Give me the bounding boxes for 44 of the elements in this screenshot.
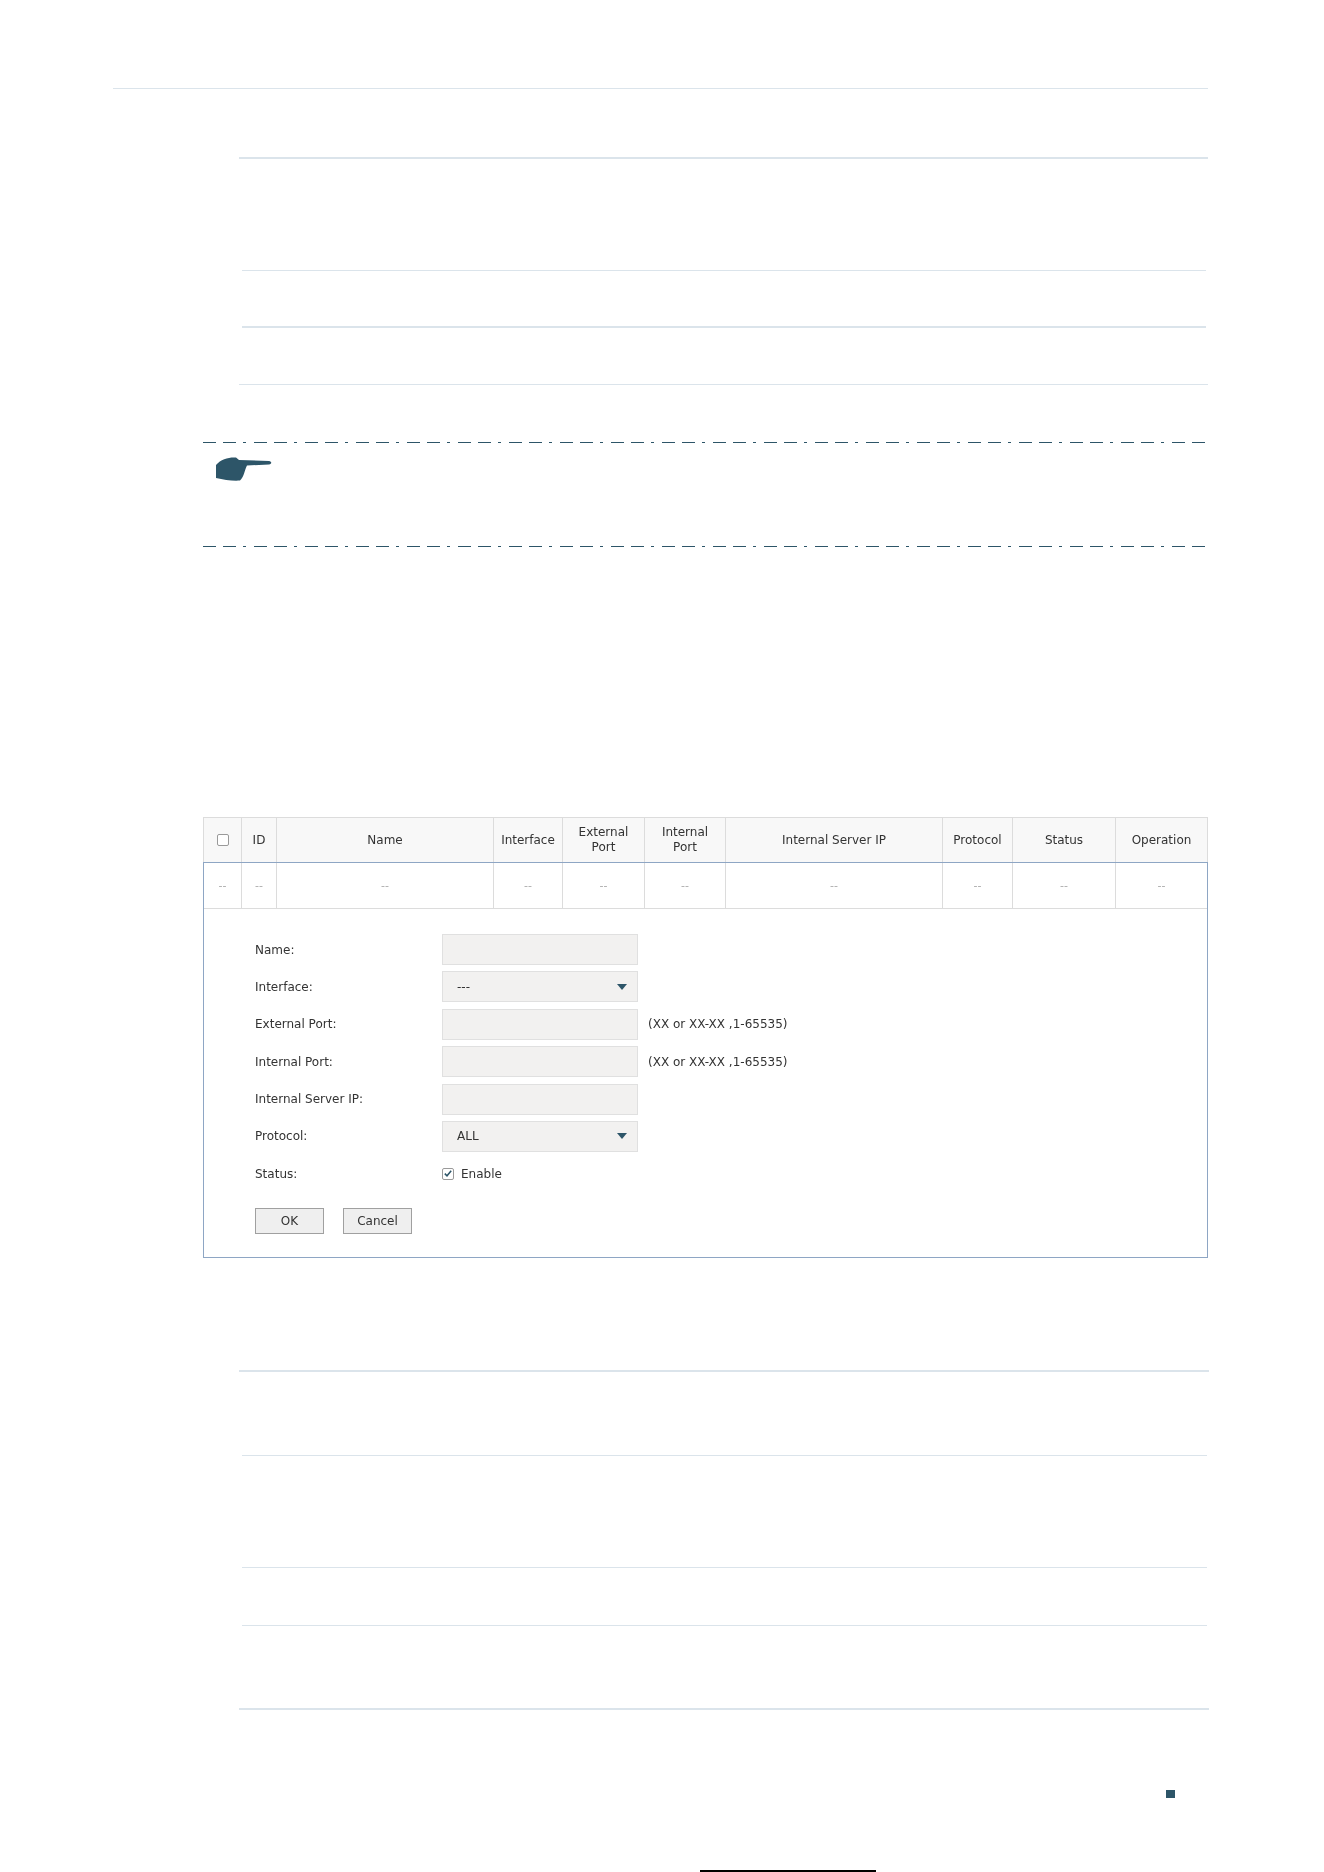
table-cell: -- xyxy=(973,879,982,892)
input-field[interactable] xyxy=(442,934,638,965)
checkbox[interactable] xyxy=(442,1167,454,1180)
input-field[interactable] xyxy=(442,1083,638,1115)
field-hint: (XX or XX-XX ,1-65535) xyxy=(648,1054,788,1069)
table-cell: -- xyxy=(524,879,532,892)
caret-down-icon xyxy=(617,1133,627,1140)
table-cell: -- xyxy=(681,879,689,892)
caret-down-icon xyxy=(617,983,627,990)
table-cell: -- xyxy=(381,879,389,892)
cancel-button[interactable]: Cancel xyxy=(343,1207,412,1234)
column-header: Name xyxy=(276,818,493,862)
field-label: Name: xyxy=(255,942,295,957)
field-label: Internal Server IP: xyxy=(255,1092,364,1107)
column-header: External Port xyxy=(562,818,644,862)
input-field[interactable] xyxy=(442,1046,638,1078)
checkmark-icon xyxy=(444,1170,452,1178)
field-label: External Port: xyxy=(255,1017,337,1032)
table-cell: -- xyxy=(218,879,227,892)
table-cell: -- xyxy=(599,879,608,892)
field-label: Interface: xyxy=(255,979,313,994)
table-cell: -- xyxy=(255,879,263,892)
table-cell: -- xyxy=(830,879,838,892)
checkbox-label: Enable xyxy=(461,1166,502,1181)
column-header: ID xyxy=(241,818,276,862)
field-label: Internal Port: xyxy=(255,1054,333,1069)
table-cell: -- xyxy=(1157,879,1166,892)
input-field[interactable] xyxy=(442,1008,638,1040)
ok-button[interactable]: OK xyxy=(255,1207,324,1234)
table-cell: -- xyxy=(1060,879,1068,892)
pointing-hand-icon xyxy=(216,456,272,481)
field-hint: (XX or XX-XX ,1-65535) xyxy=(648,1017,788,1032)
column-header: Interface xyxy=(493,818,562,862)
field-label: Status: xyxy=(255,1166,298,1181)
column-header: Internal Port xyxy=(644,818,725,862)
column-header: Protocol xyxy=(942,818,1012,862)
dropdown[interactable]: --- xyxy=(442,971,638,1003)
column-header: Status xyxy=(1012,818,1115,862)
checkbox[interactable] xyxy=(216,834,229,846)
field-label: Protocol: xyxy=(255,1129,308,1144)
dropdown[interactable]: ALL xyxy=(442,1120,638,1152)
square-marker-icon xyxy=(1166,1789,1175,1798)
column-header: Internal Server IP xyxy=(725,818,942,862)
column-header: Operation xyxy=(1115,818,1207,862)
